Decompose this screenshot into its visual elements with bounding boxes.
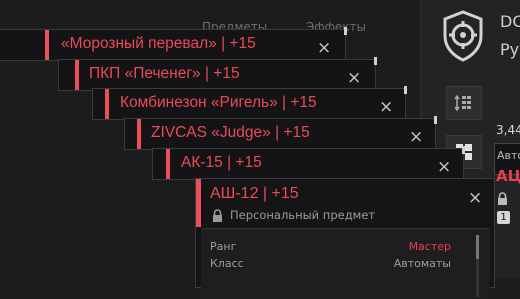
corner-tick: [374, 57, 377, 65]
notification-text: ZIVCAS «Judge» | +15: [151, 124, 310, 141]
accent-bar: [45, 30, 49, 60]
close-icon[interactable]: ×: [317, 40, 331, 57]
clan-emblem-icon: [443, 10, 483, 62]
accent-bar: [166, 149, 170, 179]
player-name: DC: [500, 12, 520, 31]
notification-text: «Морозный перевал» | +15: [61, 35, 256, 52]
currency-amount: 3,44: [496, 123, 520, 137]
close-icon[interactable]: ×: [437, 159, 451, 176]
notification-item[interactable]: ZIVCAS «Judge» | +15 ×: [124, 116, 437, 150]
notification-text: Комбинезон «Ригель» | +15: [120, 94, 317, 111]
stat-label-class: Класс: [210, 257, 244, 270]
notification-item[interactable]: Комбинезон «Ригель» | +15 ×: [92, 86, 407, 120]
accent-bar: [196, 179, 201, 227]
close-icon[interactable]: ×: [409, 129, 423, 146]
close-icon[interactable]: ×: [379, 99, 393, 116]
accent-bar: [105, 89, 109, 119]
corner-tick: [434, 116, 437, 124]
corner-tick: [404, 86, 407, 94]
accent-bar: [75, 60, 79, 90]
close-icon[interactable]: ×: [347, 70, 361, 87]
notification-item[interactable]: «Морозный перевал» | +15 ×: [0, 27, 347, 61]
notification-text: ПКП «Печенег» | +15: [89, 65, 240, 82]
notification-text: АК-15 | +15: [181, 154, 262, 171]
lock-icon: [213, 209, 222, 222]
stat-label-rank: Ранг: [210, 240, 237, 253]
lock-icon: [498, 192, 507, 205]
stat-value-rank: Мастер: [408, 240, 451, 253]
item-name-partial: АЦ: [496, 167, 520, 185]
scrollbar-thumb[interactable]: [476, 235, 479, 259]
close-icon[interactable]: ×: [468, 190, 482, 207]
filter-box-label: Авто: [497, 149, 520, 162]
item-title: АШ-12 | +15: [210, 185, 299, 202]
corner-tick: [462, 146, 465, 154]
accent-bar: [137, 119, 141, 149]
corner-tick: [344, 27, 347, 35]
notification-item[interactable]: ПКП «Печенег» | +15 ×: [58, 57, 377, 91]
player-subtitle: Ру: [500, 40, 520, 59]
personal-item-label: Персональный предмет: [230, 208, 376, 222]
item-card[interactable]: АШ-12 | +15 × Персональный предмет Ранг …: [195, 178, 495, 299]
sort-button[interactable]: [446, 86, 482, 120]
count-badge: 1: [497, 211, 510, 224]
item-stats: Ранг Мастер Класс Автоматы: [201, 228, 490, 299]
sort-icon: [454, 94, 471, 112]
stat-value-class: Автоматы: [393, 257, 451, 270]
notification-item[interactable]: АК-15 | +15 ×: [152, 146, 465, 180]
